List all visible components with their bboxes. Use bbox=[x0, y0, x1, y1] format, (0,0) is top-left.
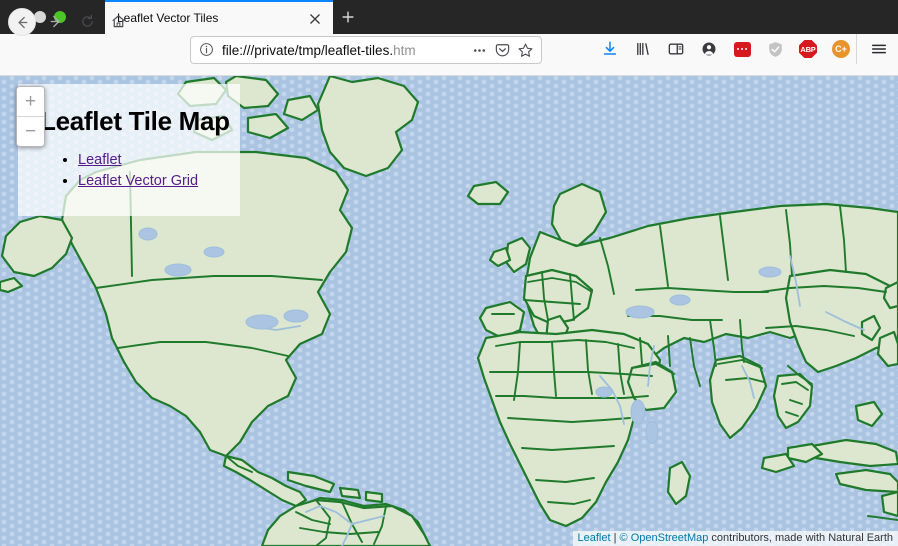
app-menu-button[interactable] bbox=[869, 39, 889, 59]
reload-button[interactable] bbox=[75, 9, 99, 33]
list-item: Leaflet bbox=[78, 151, 240, 169]
pocket-icon[interactable] bbox=[493, 41, 511, 59]
extension-dots-icon[interactable] bbox=[732, 39, 752, 59]
library-icon[interactable] bbox=[633, 39, 653, 59]
zoom-in-button[interactable]: + bbox=[17, 87, 44, 117]
attribution-osm-link[interactable]: © OpenStreetMap bbox=[620, 532, 709, 544]
shield-icon[interactable] bbox=[765, 39, 785, 59]
toolbar-icon-group: ABP C+ bbox=[600, 39, 851, 59]
adblock-plus-icon[interactable]: ABP bbox=[798, 39, 818, 59]
adblock-plus-label: ABP bbox=[799, 40, 817, 58]
page-link-list: Leaflet Leaflet Vector Grid bbox=[18, 151, 240, 190]
url-tail: htm bbox=[393, 42, 416, 58]
toolbar-divider bbox=[856, 34, 857, 64]
url-input[interactable]: file:///private/tmp/leaflet-tiles.htm bbox=[222, 43, 470, 58]
url-value: file:///private/tmp/leaflet-tiles. bbox=[222, 42, 394, 58]
account-icon[interactable] bbox=[699, 39, 719, 59]
map-zoom-control: + − bbox=[16, 86, 45, 147]
title-bar: Leaflet Vector Tiles bbox=[0, 0, 898, 34]
sidebar-icon[interactable] bbox=[666, 39, 686, 59]
map-attribution: Leaflet | © OpenStreetMap contributors, … bbox=[572, 531, 898, 546]
colorzilla-icon[interactable]: C+ bbox=[831, 39, 851, 59]
zoom-out-button[interactable]: − bbox=[17, 117, 44, 146]
attribution-suffix: contributors, made with Natural Earth bbox=[708, 532, 893, 544]
tab-title: Leaflet Vector Tiles bbox=[117, 11, 219, 25]
site-info-icon[interactable] bbox=[199, 42, 215, 58]
attribution-separator: | bbox=[610, 532, 620, 544]
downloads-icon[interactable] bbox=[600, 39, 620, 59]
tab-close-icon[interactable] bbox=[307, 11, 323, 27]
page-actions-icon[interactable] bbox=[470, 41, 488, 59]
colorzilla-label: C+ bbox=[832, 40, 850, 58]
url-action-icons bbox=[470, 41, 534, 59]
bookmark-star-icon[interactable] bbox=[516, 41, 534, 59]
link-leaflet[interactable]: Leaflet bbox=[78, 152, 122, 168]
home-button[interactable] bbox=[106, 9, 130, 33]
list-item: Leaflet Vector Grid bbox=[78, 172, 240, 190]
forward-button[interactable] bbox=[43, 9, 67, 33]
new-tab-button[interactable] bbox=[336, 5, 360, 29]
back-button[interactable] bbox=[8, 8, 36, 36]
attribution-osm-label: OpenStreetMap bbox=[630, 532, 709, 544]
tab-leaflet-vector-tiles[interactable]: Leaflet Vector Tiles bbox=[105, 0, 333, 34]
link-leaflet-vector-grid[interactable]: Leaflet Vector Grid bbox=[78, 173, 198, 189]
url-bar[interactable]: file:///private/tmp/leaflet-tiles.htm bbox=[190, 36, 542, 64]
page-content-overlay: Leaflet Tile Map Leaflet Leaflet Vector … bbox=[18, 84, 240, 216]
attribution-leaflet-link[interactable]: Leaflet bbox=[578, 532, 611, 544]
page-title: Leaflet Tile Map bbox=[40, 106, 230, 136]
browser-window: Leaflet Vector Tiles file:///private/tmp… bbox=[0, 0, 898, 546]
attribution-copyright: © bbox=[619, 532, 631, 544]
